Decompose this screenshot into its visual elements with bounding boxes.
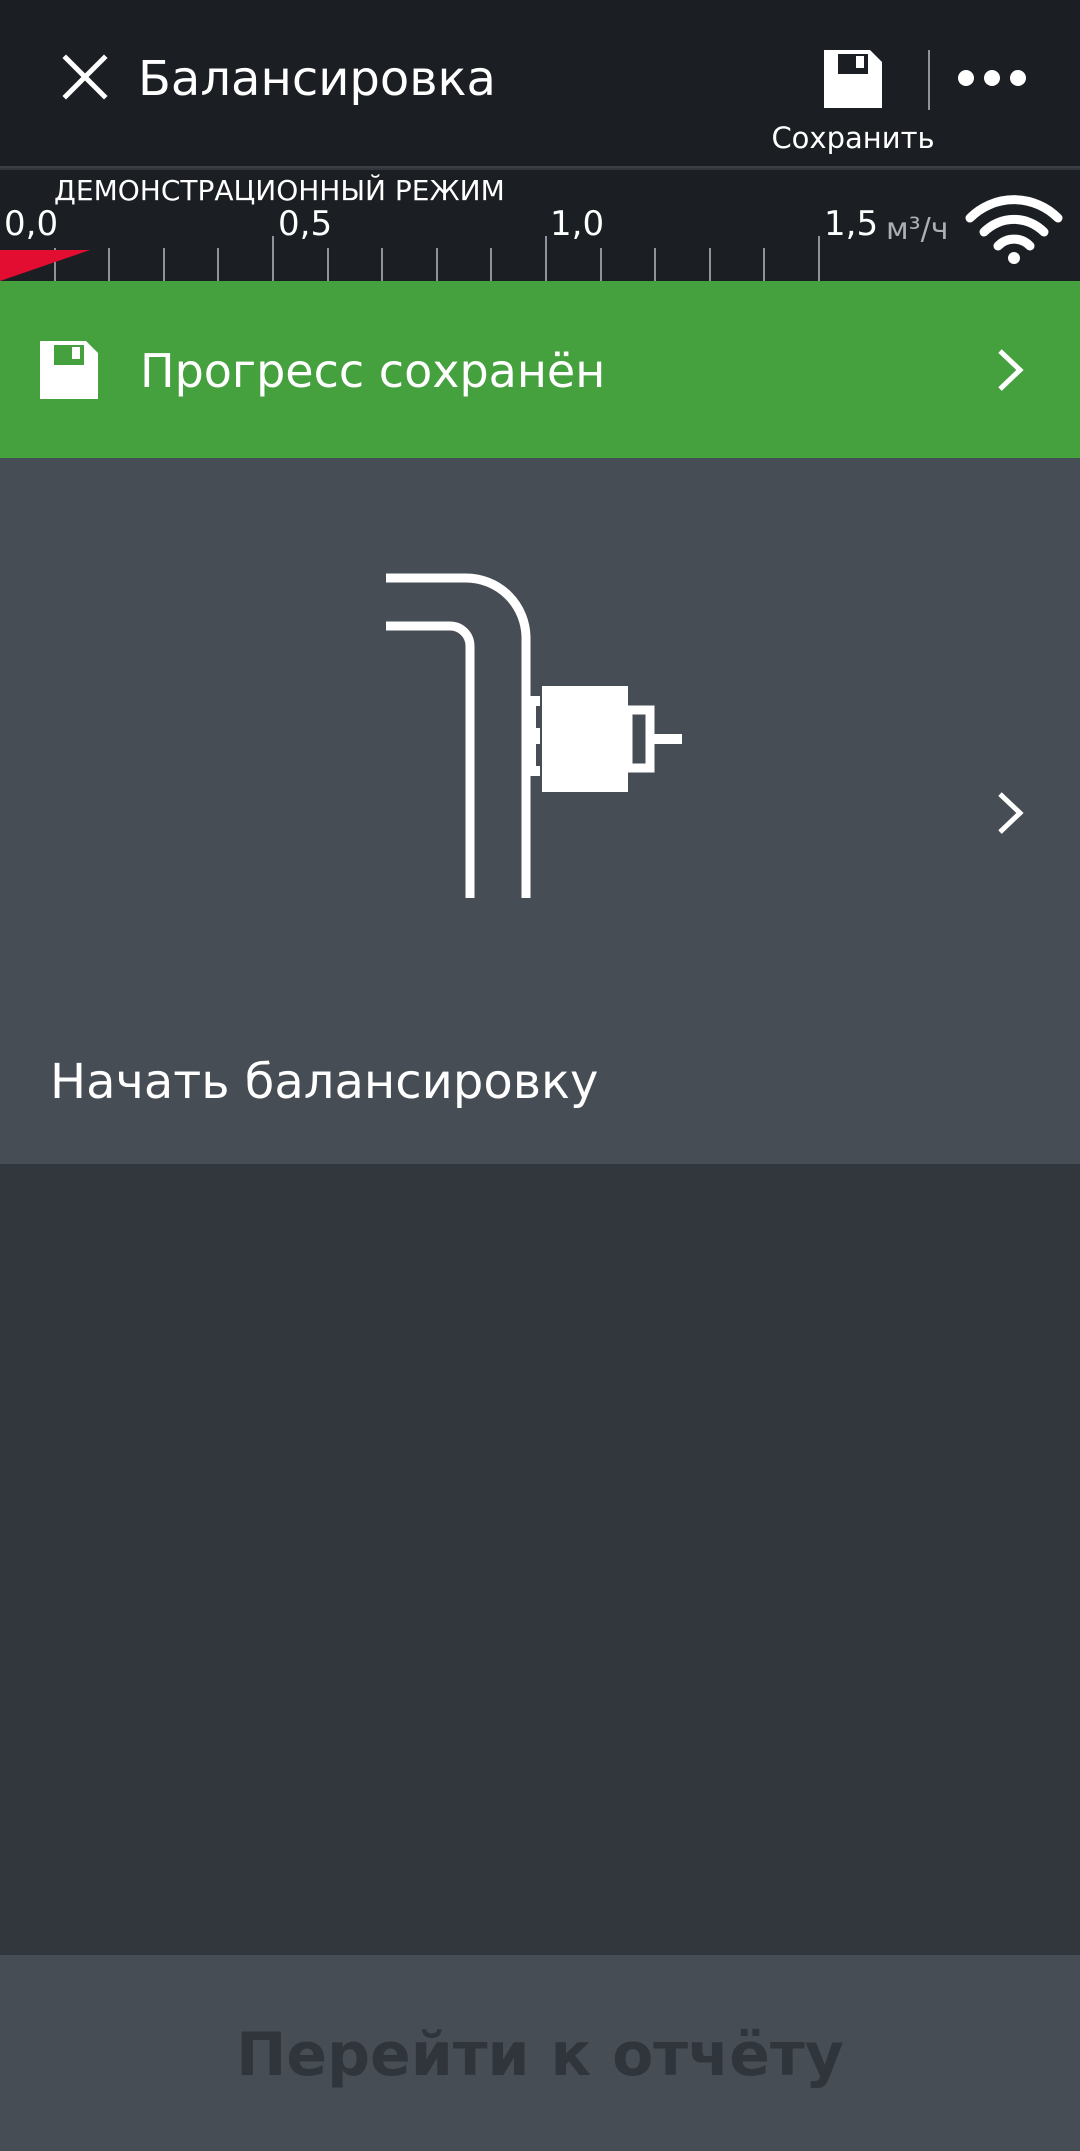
close-button[interactable] (52, 44, 118, 110)
more-horizontal-icon (958, 70, 1026, 86)
floppy-disk-icon (824, 50, 882, 108)
scale-ticks (0, 236, 820, 281)
page-title: Балансировка (138, 51, 496, 107)
chevron-right-icon (998, 349, 1024, 391)
go-to-report-button[interactable]: Перейти к отчёту (0, 1955, 1080, 2151)
flow-scale: ДЕМОНСТРАЦИОННЫЙ РЕЖИМ 0,0 0,5 1,0 1,5 м… (0, 170, 1080, 281)
top-bar: Балансировка Сохранить (0, 0, 1080, 168)
toolbar-divider (928, 50, 930, 110)
more-options-button[interactable] (950, 50, 1034, 110)
close-icon (62, 54, 108, 100)
floppy-disk-icon (40, 341, 98, 399)
chevron-right-icon (998, 792, 1024, 834)
pipe-valve-icon (386, 573, 682, 898)
go-to-report-label: Перейти к отчёту (236, 2020, 844, 2090)
start-balancing-card[interactable]: Начать балансировку (0, 458, 1080, 1164)
start-balancing-label: Начать балансировку (50, 1054, 599, 1110)
save-button[interactable]: Сохранить (764, 40, 942, 158)
banner-text: Прогресс сохранён (140, 344, 606, 398)
flow-indicator (0, 250, 90, 281)
save-button-label: Сохранить (771, 121, 935, 155)
app-screen: Балансировка Сохранить ДЕМОНСТРАЦИОННЫЙ … (0, 0, 1080, 2151)
progress-saved-banner[interactable]: Прогресс сохранён (0, 281, 1080, 458)
wifi-icon (965, 195, 1063, 264)
